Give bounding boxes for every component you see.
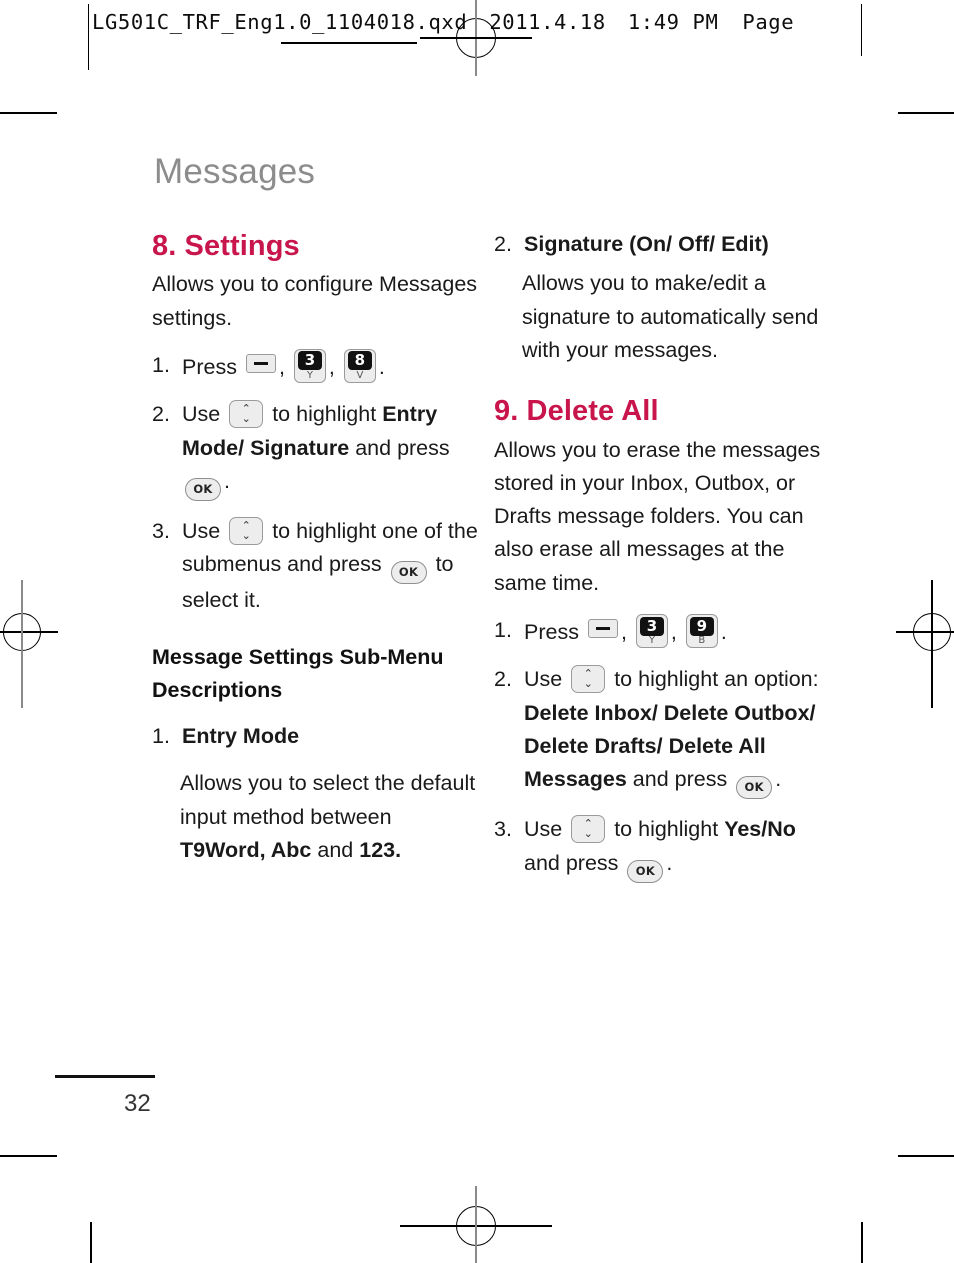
- key-3-letter: Y: [306, 369, 313, 381]
- step-number: 2.: [494, 667, 512, 692]
- step-punct: .: [775, 767, 782, 792]
- step-body: Use ⌃ ⌄ to highlight one of the submenus …: [182, 515, 482, 618]
- step-body: Use ⌃ ⌄ to highlight Yes/No and press OK.: [524, 813, 830, 883]
- key-3-icon[interactable]: 3Y: [635, 614, 668, 649]
- step-number: 3.: [152, 518, 170, 543]
- key-9-icon[interactable]: 9B: [685, 614, 718, 649]
- section-heading-settings: 8. Settings: [152, 230, 300, 262]
- left-column: 8. Settings Allows you to configure Mess…: [152, 228, 482, 881]
- key-nav-down: ⌄: [241, 412, 251, 426]
- submenu-title-entry-mode: Entry Mode: [182, 723, 300, 748]
- key-ok-icon[interactable]: OK: [185, 477, 221, 501]
- key-navigation-icon[interactable]: ⌃ ⌄: [229, 400, 264, 429]
- signature-title: Signature (On/ Off/ Edit): [524, 232, 769, 256]
- step-text: Press: [182, 354, 237, 379]
- list-item-entry-mode: 1. Entry Mode: [152, 720, 482, 753]
- step-text-tail: and press: [355, 435, 450, 460]
- key-navigation-icon[interactable]: ⌃ ⌄: [571, 665, 606, 694]
- key-navigation-icon[interactable]: ⌃ ⌄: [229, 516, 264, 545]
- key-3-digit: 3: [297, 351, 322, 371]
- step-text: Use: [524, 667, 563, 692]
- entry-mode-description: Allows you to select the default input m…: [180, 767, 482, 867]
- step-body: Use ⌃ ⌄ to highlight an option: Delete In…: [524, 663, 830, 800]
- key-8-icon[interactable]: 8V: [343, 348, 376, 383]
- step-body: Use ⌃ ⌄ to highlight Entry Mode/ Signatur…: [182, 398, 482, 501]
- key-navigation-icon[interactable]: ⌃ ⌄: [571, 815, 606, 844]
- key-nav-down: ⌄: [241, 528, 251, 542]
- list-item-step3-left: 3. Use ⌃ ⌄ to highlight one of the submen…: [152, 515, 482, 618]
- step-text: Press: [524, 620, 579, 645]
- section-heading-delete-all: 9. Delete All: [494, 395, 659, 428]
- page-number: 32: [124, 1090, 151, 1117]
- key-8-letter: V: [356, 369, 364, 381]
- step-text-mid: to highlight an option:: [614, 667, 819, 692]
- list-item-step1-left: 1. Press , 3Y, 8V.: [152, 348, 482, 384]
- step-text-tail: and press: [524, 850, 619, 875]
- submenu-number: 1.: [152, 723, 170, 748]
- key-9-letter: B: [698, 635, 706, 647]
- step-text-mid: to highlight: [272, 402, 377, 427]
- step-punct: .: [720, 620, 727, 645]
- page-content: Messages 8. Settings Allows you to confi…: [0, 0, 954, 1263]
- step-punct: .: [224, 468, 230, 493]
- list-item-step1-right: 1. Press , 3Y, 9B.: [494, 614, 830, 649]
- step-number: 1.: [494, 618, 512, 643]
- step-text: Use: [182, 402, 221, 427]
- step-bold-yes: Yes/: [724, 817, 768, 842]
- step-text: Use: [524, 817, 563, 842]
- key-ok-icon[interactable]: OK: [736, 776, 773, 800]
- entry-mode-bold-123: 123.: [359, 837, 402, 862]
- delete-all-intro: Allows you to erase the messages stored …: [494, 437, 821, 595]
- list-item-step2-right: 2. Use ⌃ ⌄ to highlight an option: Delete…: [494, 663, 830, 800]
- step-text-tail: and press: [632, 767, 728, 792]
- entry-mode-desc-pre: Allows you to select the default input m…: [180, 771, 476, 829]
- step-text-mid: to highlight one of the submenus and pre…: [182, 518, 478, 577]
- list-item-signature: 2. Signature (On/ Off/ Edit): [494, 228, 830, 261]
- right-column: 2. Signature (On/ Off/ Edit) Allows you …: [494, 228, 830, 897]
- step-bold-no: No: [767, 817, 796, 842]
- signature-description: Allows you to make/edit a signature to a…: [522, 271, 819, 362]
- list-item-step2-left: 2. Use ⌃ ⌄ to highlight Entry Mode/ Signa…: [152, 398, 482, 501]
- step-text: Use: [182, 518, 221, 543]
- signature-number: 2.: [494, 232, 512, 256]
- entry-mode-bold-t9word: T9Word, Abc: [180, 837, 312, 862]
- key-3-letter: Y: [648, 635, 655, 647]
- footer-rule: [55, 1075, 155, 1078]
- settings-intro: Allows you to configure Messages setting…: [152, 272, 478, 330]
- key-menu-icon[interactable]: [245, 353, 276, 373]
- key-ok-icon[interactable]: OK: [627, 859, 664, 883]
- key-8-digit: 8: [347, 351, 372, 371]
- chapter-title: Messages: [154, 152, 316, 191]
- step-body: Press , 3Y, 8V.: [182, 348, 482, 384]
- step-punct: .: [666, 850, 673, 875]
- key-3-icon[interactable]: 3Y: [293, 348, 326, 383]
- submenu-descriptions-subhead: Message Settings Sub-Menu Descriptions: [152, 645, 444, 702]
- list-item-step3-right: 3. Use ⌃ ⌄ to highlight Yes/No and press …: [494, 813, 830, 883]
- key-3-digit: 3: [639, 616, 664, 636]
- step-text-mid: to highlight: [614, 817, 719, 842]
- key-nav-down: ⌄: [583, 677, 593, 691]
- key-nav-down: ⌄: [583, 827, 593, 841]
- step-number: 3.: [494, 817, 512, 842]
- key-9-digit: 9: [689, 616, 714, 636]
- step-body: Press , 3Y, 9B.: [524, 614, 830, 649]
- key-menu-icon[interactable]: [587, 619, 618, 639]
- submenu-title-wrap: Entry Mode: [182, 720, 482, 753]
- signature-title-wrap: Signature (On/ Off/ Edit): [524, 228, 830, 261]
- entry-mode-desc-mid: and: [317, 837, 354, 862]
- step-punct: .: [378, 354, 385, 379]
- key-ok-icon[interactable]: OK: [390, 561, 427, 585]
- step-number: 1.: [152, 352, 170, 377]
- step-number: 2.: [152, 402, 170, 427]
